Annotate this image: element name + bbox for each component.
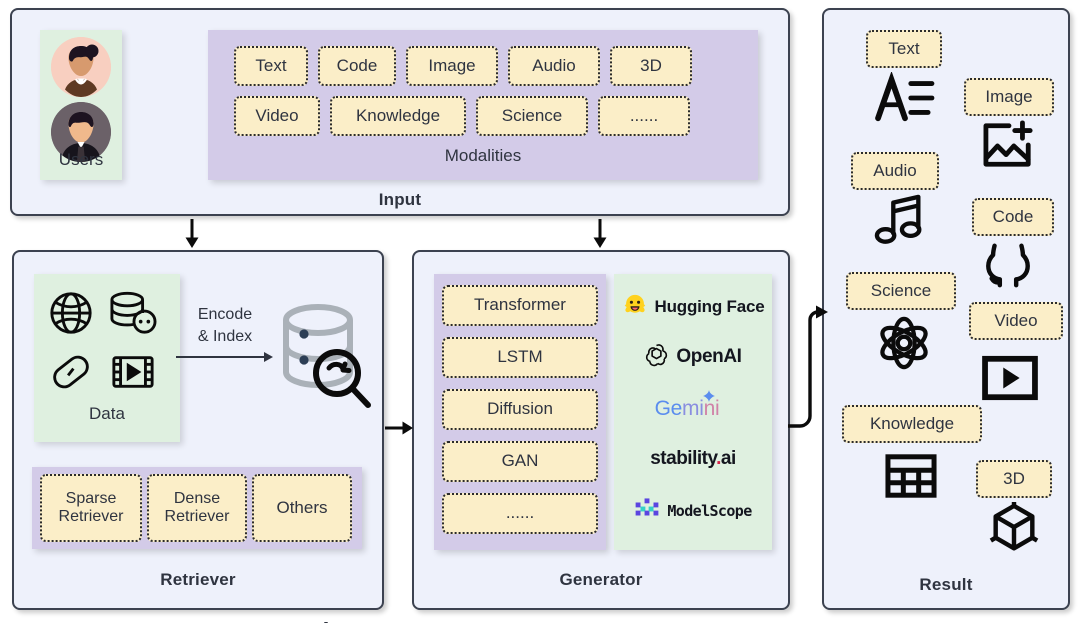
result-chip-audio[interactable]: Audio	[851, 152, 939, 190]
modalities-label: Modalities	[444, 146, 522, 165]
result-panel-title: Result	[919, 575, 973, 594]
database-coins-icon	[108, 290, 158, 341]
text-format-icon	[874, 70, 936, 129]
provider-modelscope-label: ModelScope	[667, 502, 752, 520]
result-chip-3d[interactable]: 3D	[976, 460, 1052, 498]
arrow-input-to-generator	[593, 219, 607, 248]
generator-panel: Transformer LSTM Diffusion GAN ...... Hu…	[412, 250, 790, 610]
video-play-icon	[981, 354, 1039, 407]
provider-openai-label: OpenAI	[676, 346, 742, 367]
table-grid-icon	[884, 452, 938, 505]
retriever-types-group: Sparse Retriever Dense Retriever Others	[32, 467, 362, 549]
hugging-face-icon	[622, 292, 648, 323]
retriever-chip-dense-line2: Retriever	[164, 508, 230, 525]
modalities-group: Text Code Image Audio 3D Video Knowledge…	[208, 30, 758, 180]
user-avatar-female	[51, 37, 111, 97]
generator-panel-title: Generator	[559, 570, 643, 589]
retriever-chip-others[interactable]: Others	[252, 474, 352, 542]
data-group: Data	[34, 274, 180, 442]
result-panel: Text Image Audio Code Science Video Know…	[822, 8, 1070, 610]
modality-chip-code[interactable]: Code	[318, 46, 396, 86]
users-label: Users	[58, 150, 104, 169]
image-add-icon	[980, 120, 1038, 175]
modality-chip-knowledge[interactable]: Knowledge	[330, 96, 466, 136]
encode-label-line2: & Index	[197, 328, 253, 345]
provider-modelscope[interactable]: ModelScope	[614, 492, 772, 530]
arrow-input-to-retriever	[185, 219, 199, 248]
modality-chip-image[interactable]: Image	[406, 46, 498, 86]
github-cat-icon	[982, 240, 1034, 295]
provider-stability-name: stability.ai	[650, 448, 736, 469]
database-search-icon	[276, 300, 374, 419]
result-chip-science[interactable]: Science	[846, 272, 956, 310]
input-panel-title: Input	[378, 190, 422, 209]
arrow-retriever-to-generator	[385, 421, 413, 435]
model-chip-diffusion[interactable]: Diffusion	[442, 389, 598, 430]
provider-gemini[interactable]: Gemini	[614, 390, 772, 428]
atom-icon	[876, 316, 932, 375]
provider-stability[interactable]: stability.ai	[614, 440, 772, 478]
music-note-icon	[874, 194, 928, 251]
provider-openai[interactable]: OpenAI	[614, 338, 772, 376]
result-chip-code[interactable]: Code	[972, 198, 1054, 236]
provider-stability-label: stability.ai	[650, 448, 736, 470]
result-chip-knowledge[interactable]: Knowledge	[842, 405, 982, 443]
retriever-chip-dense[interactable]: Dense Retriever	[147, 474, 247, 542]
generator-models-group: Transformer LSTM Diffusion GAN ......	[434, 274, 606, 550]
modelscope-icon	[634, 496, 660, 527]
input-panel: Users Text Code Image Audio 3D Video Kno…	[10, 8, 790, 216]
diagram-canvas: Users Text Code Image Audio 3D Video Kno…	[0, 0, 1080, 623]
provider-hugging-face-label: Hugging Face	[654, 297, 765, 316]
film-video-icon	[110, 350, 156, 399]
result-chip-text[interactable]: Text	[866, 30, 942, 68]
encode-label-line1: Encode	[197, 306, 253, 323]
generator-providers-group: Hugging Face OpenAI Gemini stability.ai …	[614, 274, 772, 550]
provider-hugging-face[interactable]: Hugging Face	[614, 288, 772, 326]
retriever-chip-sparse-line2: Retriever	[58, 508, 124, 525]
retriever-panel: Data Encode & Index Sparse Retriever Den…	[12, 250, 384, 623]
data-label: Data	[89, 404, 125, 423]
modality-chip-more[interactable]: ......	[598, 96, 690, 136]
result-chip-image[interactable]: Image	[964, 78, 1054, 116]
result-chip-video[interactable]: Video	[969, 302, 1063, 340]
model-chip-transformer[interactable]: Transformer	[442, 285, 598, 326]
openai-icon	[644, 342, 669, 372]
arrow-generator-to-result	[788, 305, 828, 428]
globe-icon	[48, 290, 94, 341]
pill-icon	[48, 350, 94, 399]
retriever-panel-title: Retriever	[160, 570, 236, 589]
retriever-chip-dense-line1: Dense	[173, 490, 221, 508]
cube-3d-icon	[987, 501, 1041, 561]
modality-chip-video[interactable]: Video	[234, 96, 320, 136]
model-chip-more[interactable]: ......	[442, 493, 598, 534]
retriever-chip-sparse-line1: Sparse	[65, 490, 117, 508]
gemini-sparkle-icon	[703, 389, 716, 407]
modality-chip-3d[interactable]: 3D	[610, 46, 692, 86]
modality-chip-science[interactable]: Science	[476, 96, 588, 136]
retriever-chip-sparse[interactable]: Sparse Retriever	[40, 474, 142, 542]
users-group: Users	[40, 30, 122, 180]
encode-arrow	[176, 352, 273, 362]
model-chip-gan[interactable]: GAN	[442, 441, 598, 482]
modality-chip-audio[interactable]: Audio	[508, 46, 600, 86]
model-chip-lstm[interactable]: LSTM	[442, 337, 598, 378]
modality-chip-text[interactable]: Text	[234, 46, 308, 86]
